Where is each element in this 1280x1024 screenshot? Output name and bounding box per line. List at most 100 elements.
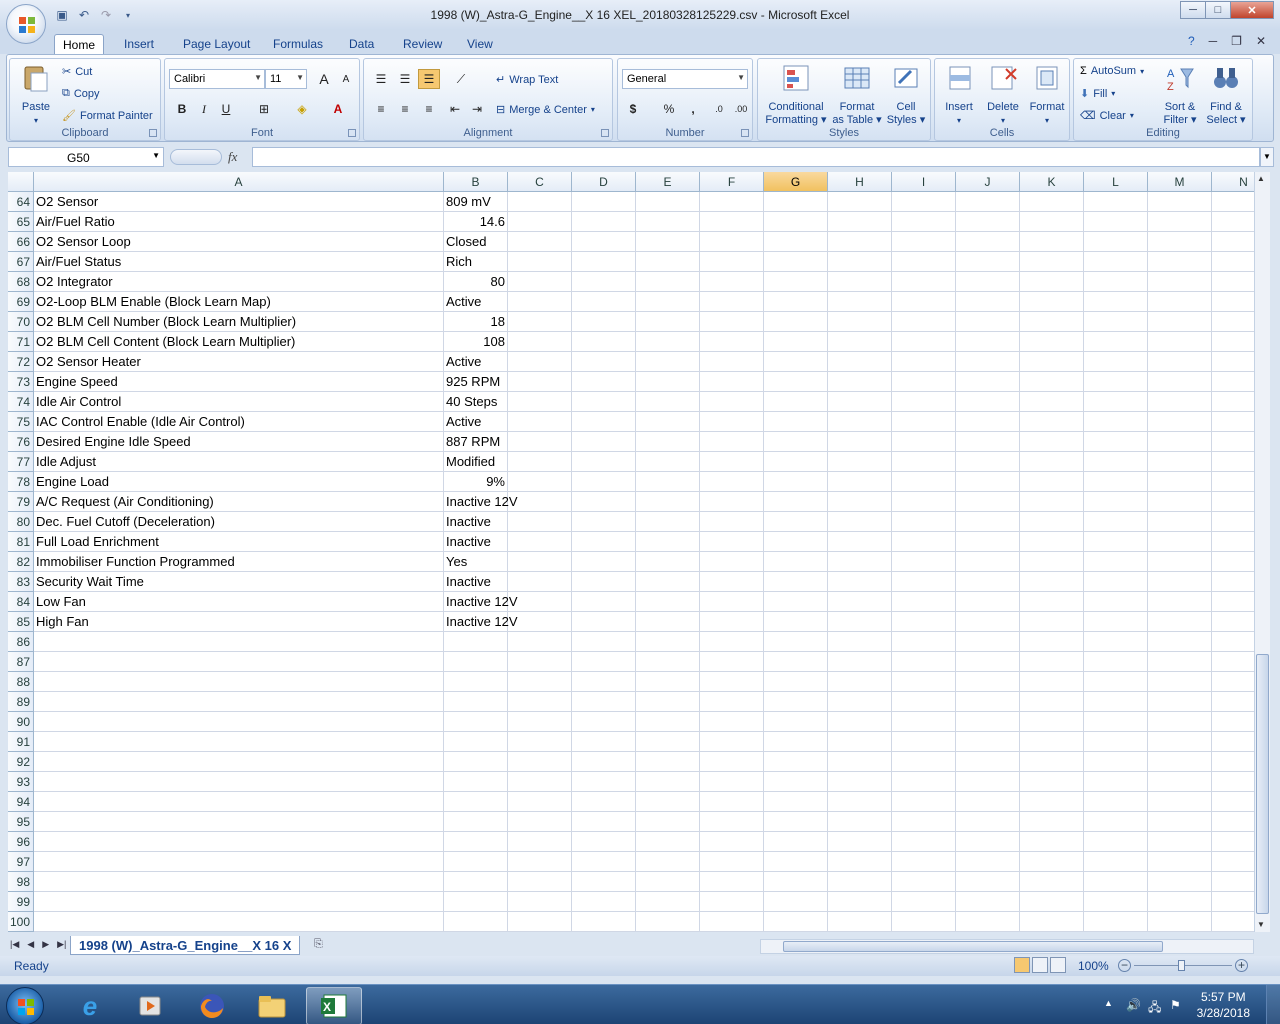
- cell-m[interactable]: [1148, 832, 1212, 852]
- cell-c[interactable]: [508, 612, 572, 632]
- copy-button[interactable]: ⧉ Copy: [62, 87, 100, 100]
- cell-d[interactable]: [572, 892, 636, 912]
- cell-c[interactable]: [508, 312, 572, 332]
- cell-e[interactable]: [636, 872, 700, 892]
- cell-f[interactable]: [700, 392, 764, 412]
- cell-b[interactable]: Inactive: [444, 532, 508, 552]
- row-header[interactable]: 89: [8, 692, 34, 712]
- cell-l[interactable]: [1084, 552, 1148, 572]
- zoom-out-icon[interactable]: −: [1118, 959, 1131, 972]
- cell-f[interactable]: [700, 372, 764, 392]
- cell-n[interactable]: [1212, 752, 1254, 772]
- cell-g[interactable]: [764, 452, 828, 472]
- row-header[interactable]: 76: [8, 432, 34, 452]
- cell-b[interactable]: Yes: [444, 552, 508, 572]
- cell-b[interactable]: Inactive: [444, 512, 508, 532]
- cell-l[interactable]: [1084, 792, 1148, 812]
- shrink-font-button[interactable]: A: [335, 69, 357, 89]
- cell-h[interactable]: [828, 332, 892, 352]
- cell-d[interactable]: [572, 472, 636, 492]
- decrease-indent-button[interactable]: ⇤: [444, 99, 466, 119]
- cell-a[interactable]: A/C Request (Air Conditioning): [34, 492, 444, 512]
- cell-l[interactable]: [1084, 672, 1148, 692]
- cell-m[interactable]: [1148, 492, 1212, 512]
- cell-c[interactable]: [508, 752, 572, 772]
- cell-f[interactable]: [700, 532, 764, 552]
- cell-m[interactable]: [1148, 432, 1212, 452]
- cell-e[interactable]: [636, 752, 700, 772]
- cell-b[interactable]: [444, 712, 508, 732]
- cell-m[interactable]: [1148, 212, 1212, 232]
- cell-f[interactable]: [700, 752, 764, 772]
- cell-j[interactable]: [956, 752, 1020, 772]
- cell-k[interactable]: [1020, 812, 1084, 832]
- cell-b[interactable]: Rich: [444, 252, 508, 272]
- cell-l[interactable]: [1084, 232, 1148, 252]
- cell-g[interactable]: [764, 912, 828, 932]
- cell-i[interactable]: [892, 352, 956, 372]
- bold-button[interactable]: B: [171, 99, 193, 119]
- grow-font-button[interactable]: A: [313, 69, 335, 89]
- cell-n[interactable]: [1212, 352, 1254, 372]
- network-icon[interactable]: 🖧: [1148, 998, 1161, 1019]
- row-header[interactable]: 80: [8, 512, 34, 532]
- cell-j[interactable]: [956, 792, 1020, 812]
- cell-n[interactable]: [1212, 412, 1254, 432]
- cut-button[interactable]: ✂ Cut: [62, 65, 92, 79]
- taskbar-explorer[interactable]: [244, 987, 300, 1024]
- row-header[interactable]: 72: [8, 352, 34, 372]
- cell-e[interactable]: [636, 712, 700, 732]
- cell-n[interactable]: [1212, 632, 1254, 652]
- cell-f[interactable]: [700, 232, 764, 252]
- cell-n[interactable]: [1212, 772, 1254, 792]
- cell-b[interactable]: Modified: [444, 452, 508, 472]
- cell-d[interactable]: [572, 272, 636, 292]
- cell-h[interactable]: [828, 472, 892, 492]
- cell-d[interactable]: [572, 212, 636, 232]
- cell-n[interactable]: [1212, 812, 1254, 832]
- row-header[interactable]: 88: [8, 672, 34, 692]
- cell-h[interactable]: [828, 692, 892, 712]
- cell-l[interactable]: [1084, 752, 1148, 772]
- row-header[interactable]: 73: [8, 372, 34, 392]
- cell-h[interactable]: [828, 272, 892, 292]
- cell-e[interactable]: [636, 672, 700, 692]
- cell-c[interactable]: [508, 512, 572, 532]
- row-header[interactable]: 93: [8, 772, 34, 792]
- cell-f[interactable]: [700, 252, 764, 272]
- cell-a[interactable]: Security Wait Time: [34, 572, 444, 592]
- cell-l[interactable]: [1084, 432, 1148, 452]
- cell-n[interactable]: [1212, 792, 1254, 812]
- cell-a[interactable]: O2 Sensor: [34, 192, 444, 212]
- cell-m[interactable]: [1148, 692, 1212, 712]
- cell-b[interactable]: Inactive 12V: [444, 592, 518, 612]
- cell-i[interactable]: [892, 372, 956, 392]
- cell-h[interactable]: [828, 212, 892, 232]
- cell-k[interactable]: [1020, 712, 1084, 732]
- cell-c[interactable]: [508, 812, 572, 832]
- cell-k[interactable]: [1020, 252, 1084, 272]
- cell-k[interactable]: [1020, 432, 1084, 452]
- row-header[interactable]: 64: [8, 192, 34, 212]
- bottom-align-button[interactable]: ☰: [418, 69, 440, 89]
- cell-k[interactable]: [1020, 612, 1084, 632]
- cell-m[interactable]: [1148, 232, 1212, 252]
- cell-k[interactable]: [1020, 892, 1084, 912]
- autosum-button[interactable]: Σ AutoSum ▾: [1080, 65, 1144, 77]
- cell-a[interactable]: [34, 632, 444, 652]
- cell-k[interactable]: [1020, 192, 1084, 212]
- cell-h[interactable]: [828, 232, 892, 252]
- cell-a[interactable]: [34, 792, 444, 812]
- cell-j[interactable]: [956, 392, 1020, 412]
- cell-j[interactable]: [956, 512, 1020, 532]
- cell-l[interactable]: [1084, 592, 1148, 612]
- cell-f[interactable]: [700, 552, 764, 572]
- cell-i[interactable]: [892, 332, 956, 352]
- cell-d[interactable]: [572, 432, 636, 452]
- cell-h[interactable]: [828, 432, 892, 452]
- cell-j[interactable]: [956, 232, 1020, 252]
- cell-n[interactable]: [1212, 272, 1254, 292]
- cell-f[interactable]: [700, 352, 764, 372]
- cell-m[interactable]: [1148, 872, 1212, 892]
- cell-n[interactable]: [1212, 672, 1254, 692]
